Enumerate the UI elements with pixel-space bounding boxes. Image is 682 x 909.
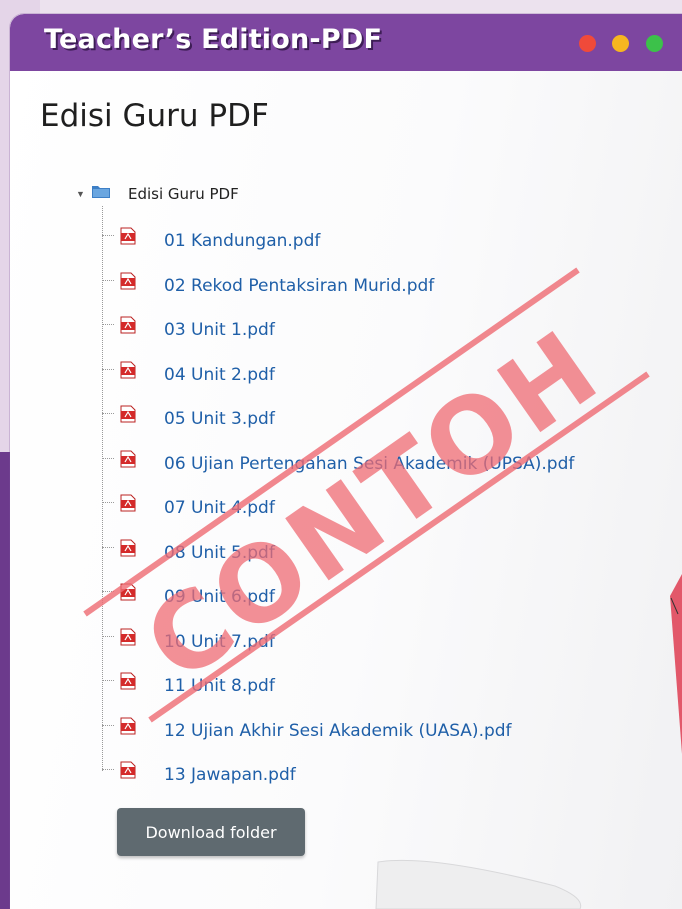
tree-branch-line [102, 546, 114, 548]
pdf-file-icon [120, 494, 136, 512]
pdf-file-icon [120, 539, 136, 556]
file-link[interactable]: 03 Unit 1.pdf [164, 320, 275, 340]
tree-branch-line [102, 279, 114, 281]
file-link[interactable]: 08 Unit 5.pdf [164, 543, 275, 563]
tree-connector [102, 206, 103, 771]
folder-icon [92, 186, 110, 198]
tree-branch-line [102, 680, 114, 681]
file-link[interactable]: 02 Rekod Pentaksiran Murid.pdf [164, 276, 434, 296]
file-link[interactable]: 05 Unit 3.pdf [164, 409, 275, 429]
tree-branch-line [102, 769, 114, 770]
minimize-dot[interactable] [612, 35, 629, 52]
tree-branch-line [102, 368, 114, 370]
pdf-file-icon [120, 450, 136, 467]
file-link[interactable]: 01 Kandungan.pdf [164, 231, 320, 251]
file-link[interactable]: 09 Unit 6.pdf [164, 587, 275, 607]
window-title: Teacher’s Edition-PDF [44, 24, 383, 55]
file-link[interactable]: 06 Ujian Pertengahan Sesi Akademik (UPSA… [164, 454, 574, 474]
tree-branch-line [102, 724, 114, 726]
pdf-file-icon [120, 672, 136, 690]
pdf-file-icon [120, 272, 136, 289]
pdf-file-icon [120, 405, 136, 423]
collapse-toggle-icon[interactable]: ▼ [76, 189, 92, 199]
file-link[interactable]: 10 Unit 7.pdf [164, 632, 275, 652]
app-window: Teacher’s Edition-PDF Edisi Guru PDF ▼ E… [10, 14, 682, 909]
pink-ribbon-shape [670, 574, 682, 754]
tree-root[interactable]: ▼ Edisi Guru PDF [76, 182, 239, 206]
download-folder-button[interactable]: Download folder [117, 808, 305, 856]
tree-branch-line [102, 635, 114, 637]
tree-branch-line [102, 324, 114, 325]
page-title: Edisi Guru PDF [40, 98, 269, 134]
maximize-dot[interactable] [646, 35, 663, 52]
pdf-file-icon [120, 761, 136, 779]
tree-branch-line [102, 591, 114, 592]
pdf-file-icon [120, 717, 136, 734]
pdf-file-icon [120, 227, 136, 245]
file-link[interactable]: 04 Unit 2.pdf [164, 365, 275, 385]
paper-curl-shape [375, 859, 582, 909]
tree-branch-line [102, 457, 114, 459]
tree-branch-line [102, 413, 114, 414]
tree-branch-line [102, 502, 114, 503]
pdf-file-icon [120, 361, 136, 378]
pdf-file-icon [120, 583, 136, 601]
file-link[interactable]: 12 Ujian Akhir Sesi Akademik (UASA).pdf [164, 721, 512, 741]
pdf-file-icon [120, 316, 136, 334]
file-link[interactable]: 11 Unit 8.pdf [164, 676, 275, 696]
title-bar: Teacher’s Edition-PDF [10, 14, 682, 71]
tree-branch-line [102, 235, 114, 236]
file-link[interactable]: 13 Jawapan.pdf [164, 765, 296, 785]
pdf-file-icon [120, 628, 136, 645]
file-link[interactable]: 07 Unit 4.pdf [164, 498, 275, 518]
close-dot[interactable] [579, 35, 596, 52]
tree-root-label: Edisi Guru PDF [128, 185, 239, 203]
